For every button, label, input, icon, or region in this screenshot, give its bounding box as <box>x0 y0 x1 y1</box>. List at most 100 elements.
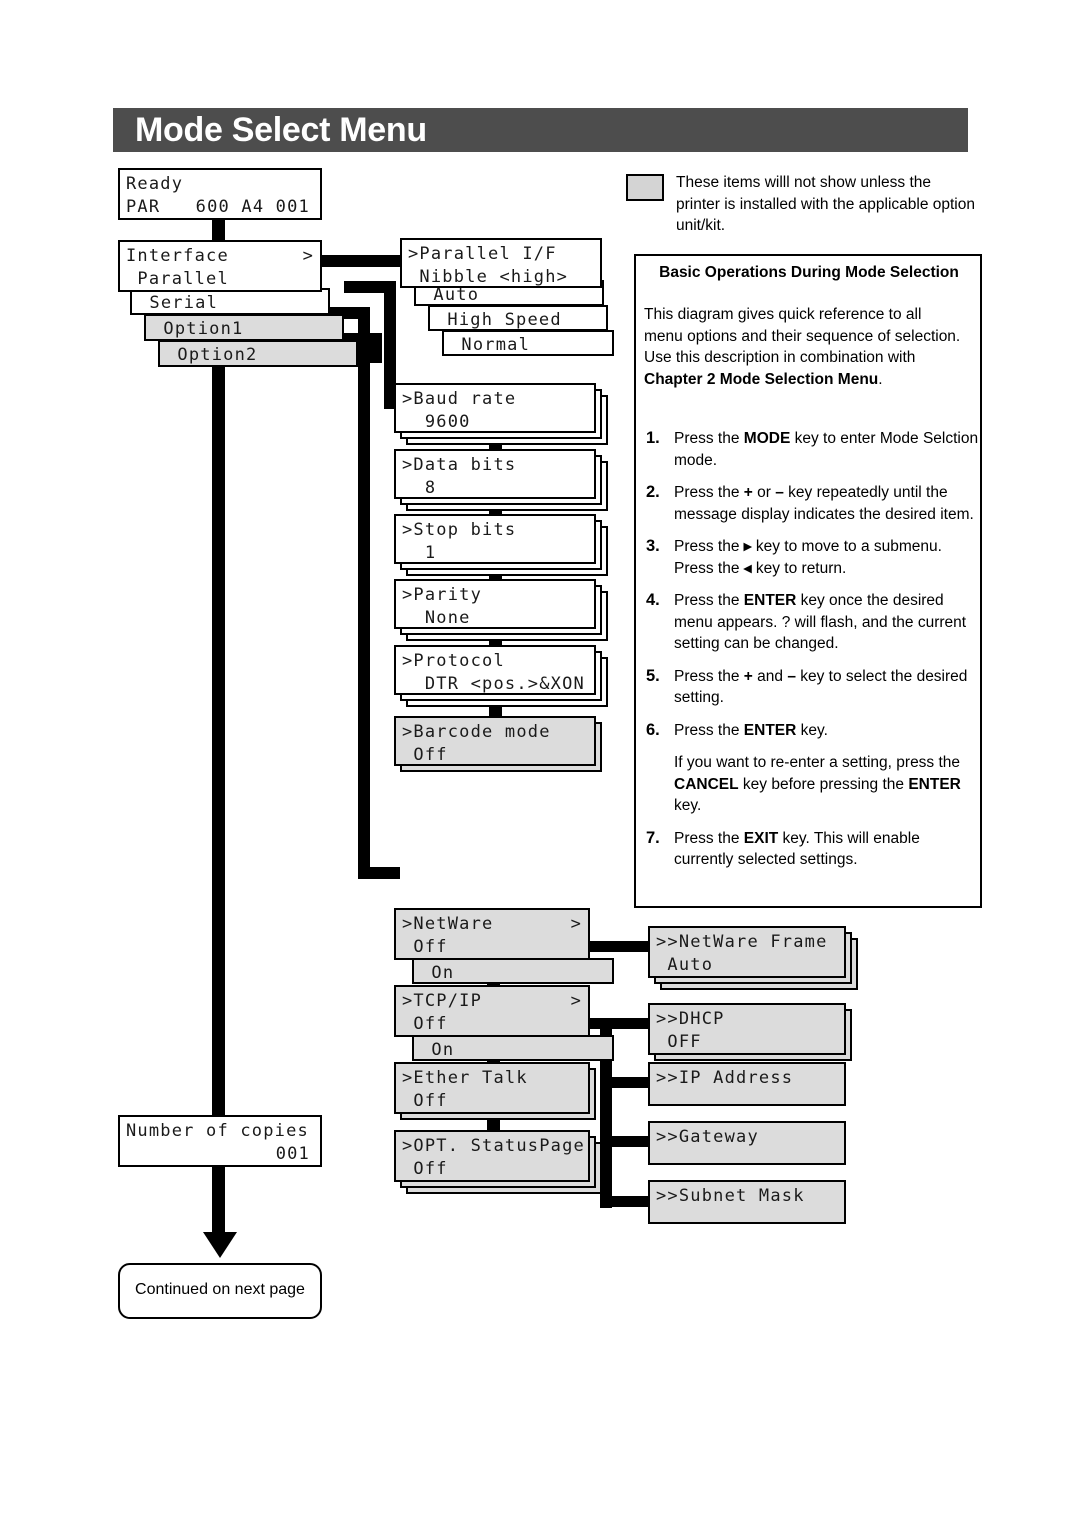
lcd-copies-box: Number of copies 001 <box>118 1115 322 1167</box>
lcd-network-sub-3: >>Gateway <box>648 1121 846 1165</box>
lcd-line-2: Off <box>402 1014 448 1034</box>
step-number: 4. <box>646 591 660 609</box>
lcd-option-label: Option2 <box>166 345 258 365</box>
lcd-network-sub-1: >>DHCP OFF <box>648 1003 846 1055</box>
lcd-option-row: Option1 <box>144 314 344 341</box>
step-text: key before pressing the <box>738 775 909 793</box>
connector-bus-ip <box>600 1077 648 1088</box>
step-key-label: – <box>787 667 796 685</box>
lcd-line-2: Off <box>402 937 448 957</box>
lcd-line-2: 8 <box>402 478 437 498</box>
step-key-label: + <box>743 667 753 685</box>
step-key-label: EXIT <box>743 829 779 847</box>
connector-bus-dhcp <box>600 1018 648 1029</box>
step-text: and <box>752 667 788 685</box>
lcd-line-1: >Ether Talk <box>402 1068 528 1088</box>
lcd-line-2: 1 <box>402 543 437 563</box>
step-text: Press the <box>674 721 744 739</box>
step-item: 1. Press the MODE key to enter Mode Selct… <box>642 428 980 471</box>
lcd-serial-item-0: >Baud rate 9600 <box>394 383 596 433</box>
step-key-label: ENTER <box>743 721 797 739</box>
step-number: 3. <box>646 537 660 555</box>
panel-intro-bold: Chapter 2 Mode Selection Menu <box>644 370 879 388</box>
lcd-line-1: >TCP/IP <box>402 991 483 1011</box>
step-number: 1. <box>646 429 660 447</box>
lcd-serial-item-1: >Data bits 8 <box>394 449 596 499</box>
step-key-label: ENTER <box>908 775 961 793</box>
lcd-line-1: >OPT. StatusPage <box>402 1136 585 1156</box>
step-item: 5. Press the + and – key to select the de… <box>642 666 980 709</box>
legend-text: These items willl not show unless the pr… <box>676 174 975 234</box>
step-text: or <box>752 484 776 501</box>
continue-arrow-icon <box>203 1232 237 1258</box>
lcd-option-label: On <box>420 963 455 983</box>
step-item: 3. Press the ▸ key to move to a submenu. … <box>642 536 980 579</box>
lcd-line-1: >>Gateway <box>656 1127 759 1147</box>
lcd-line-2: None <box>402 608 471 628</box>
steps-list: 1. Press the MODE key to enter Mode Selct… <box>642 428 980 882</box>
step-number: 5. <box>646 666 660 685</box>
lcd-option-row: Serial <box>130 288 330 315</box>
step-key-label: – <box>775 484 784 501</box>
panel-intro-c: . <box>878 370 883 388</box>
lcd-line-1: >NetWare <box>402 914 494 934</box>
lcd-network-sub-4: >>Subnet Mask <box>648 1180 846 1224</box>
submenu-caret-icon: > <box>570 991 582 1011</box>
submenu-caret-icon: > <box>302 246 314 266</box>
lcd-option-label: High Speed <box>436 310 562 330</box>
lcd-network-item-0: >NetWare Off > <box>394 908 590 960</box>
lcd-network-sub-2: >>IP Address <box>648 1062 846 1106</box>
panel-intro: This diagram gives quick reference to al… <box>644 304 964 390</box>
lcd-line-1: >>NetWare Frame <box>656 932 828 952</box>
connector-status-to-interface <box>212 220 225 240</box>
step-item: 2. Press the + or – key repeatedly until … <box>642 482 980 525</box>
lcd-serial-item-2: >Stop bits 1 <box>394 514 596 564</box>
lcd-network-sub-0: >>NetWare Frame Auto <box>648 926 846 978</box>
step-text: Press the <box>674 829 744 847</box>
step-key-label: ENTER <box>743 592 797 609</box>
lcd-line-1: >Stop bits <box>402 520 517 540</box>
legend-swatch <box>626 174 664 201</box>
step-key-label: ◂ <box>743 559 752 577</box>
step-text: key. <box>674 797 702 814</box>
lcd-line-2: Off <box>402 1091 448 1111</box>
lcd-option-row: Option2 <box>158 340 358 367</box>
lcd-parallel-if-box: >Parallel I/F Nibble <high> <box>400 238 602 288</box>
continued-box: Continued on next page <box>118 1263 322 1319</box>
lcd-line-1: >>Subnet Mask <box>656 1186 805 1206</box>
lcd-line-2: Nibble <high> <box>408 267 569 287</box>
lcd-network-item-1: >TCP/IP Off > <box>394 985 590 1037</box>
lcd-serial-item-4: >Protocol DTR <pos.>&XON <box>394 645 596 695</box>
step-text: key to return. <box>751 559 847 577</box>
lcd-line-2: Off <box>402 1159 448 1179</box>
step-item: 7. Press the EXIT key. This will enable c… <box>642 828 980 871</box>
connector-bus-subnet <box>600 1196 648 1207</box>
lcd-status-box: Ready PAR 600 A4 001 <box>118 168 322 220</box>
connector-option-to-netware <box>358 867 400 879</box>
lcd-line-1: >>IP Address <box>656 1068 794 1088</box>
lcd-option-label: Normal <box>450 335 531 355</box>
lcd-line-2: 9600 <box>402 412 471 432</box>
lcd-option-label: Option1 <box>152 319 244 339</box>
lcd-option-label: On <box>420 1040 455 1060</box>
step-number: 7. <box>646 828 660 847</box>
lcd-line-1: >>DHCP <box>656 1009 725 1029</box>
step-key-label: CANCEL <box>674 775 739 793</box>
connector-left-spine-lower <box>212 1167 225 1237</box>
lcd-option-row: On <box>412 1035 614 1061</box>
basic-operations-panel: Basic Operations During Mode Selection T… <box>634 254 982 908</box>
connector-left-spine-upper <box>212 363 225 1115</box>
continued-label: Continued on next page <box>135 1281 305 1298</box>
step-key-label: + <box>743 484 753 501</box>
page-title: Mode Select Menu <box>135 111 427 149</box>
connector-interface-to-parallel <box>322 255 404 267</box>
connector-option2-v <box>370 333 382 363</box>
connector-bus-gateway <box>600 1136 648 1147</box>
lcd-network-item-2: >Ether Talk Off <box>394 1062 590 1114</box>
lcd-status-right: 600 A4 001 <box>195 197 310 217</box>
lcd-option-row: On <box>412 958 614 984</box>
lcd-line-1: >Data bits <box>402 455 517 475</box>
step-text: If you want to re-enter a setting, press… <box>674 754 961 771</box>
lcd-line-1: >Parity <box>402 585 483 605</box>
lcd-option-row: High Speed <box>428 305 608 331</box>
